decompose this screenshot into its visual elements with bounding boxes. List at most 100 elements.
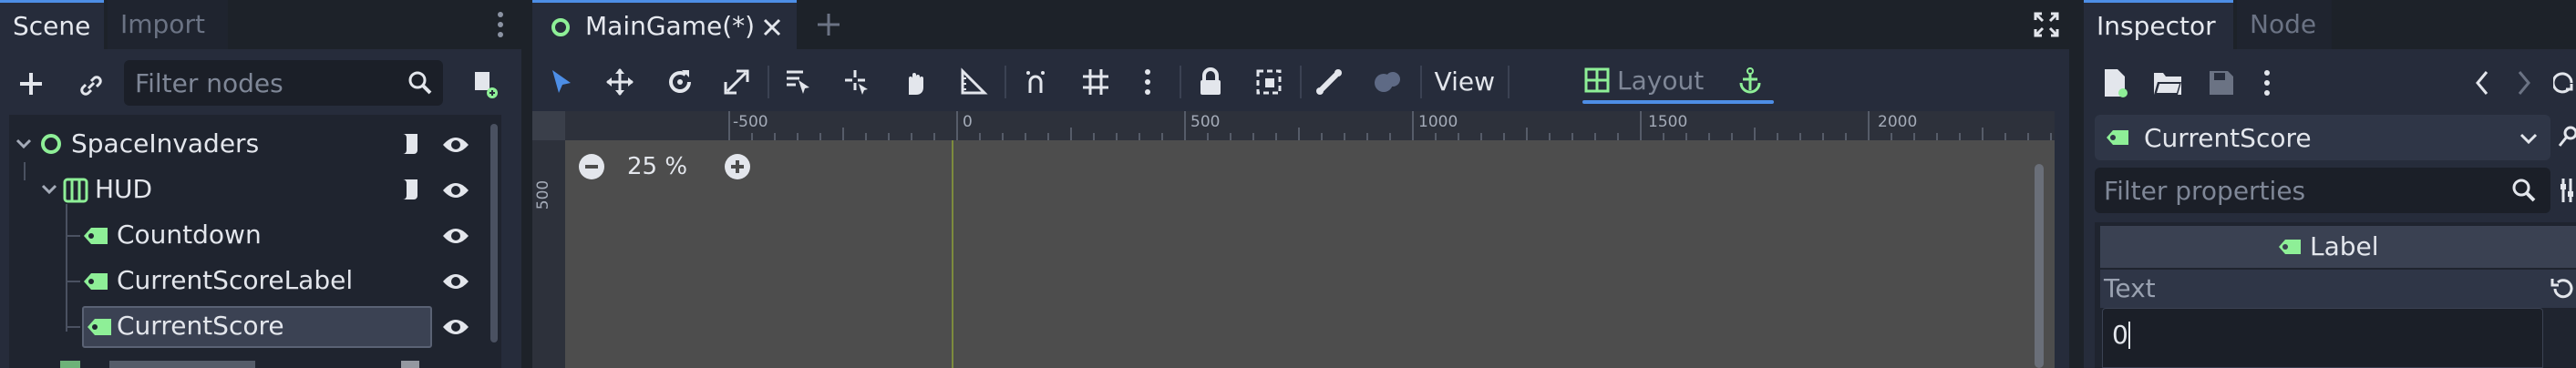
section-header-label[interactable]: Label xyxy=(2100,226,2576,268)
tree-row-hud[interactable]: HUD xyxy=(9,162,483,213)
tree-row-currentscorelabel[interactable]: CurrentScoreLabel xyxy=(9,259,483,304)
label-tag-icon xyxy=(82,224,109,248)
label-tag-icon xyxy=(82,270,109,293)
history-forward-icon[interactable] xyxy=(2510,66,2538,100)
ruler-mode-icon[interactable] xyxy=(955,64,992,100)
section-title: Label xyxy=(2310,231,2379,261)
list-select-icon[interactable] xyxy=(780,64,817,100)
tree-branch-line xyxy=(66,326,80,328)
ruler-label: 0 xyxy=(963,113,973,131)
toolbar-separator xyxy=(1420,66,1422,98)
zoom-in-icon[interactable] xyxy=(722,151,753,182)
tree-label: SpaceInvaders xyxy=(71,128,260,158)
filter-properties-input[interactable]: Filter properties xyxy=(2095,168,2550,213)
chevron-down-icon[interactable] xyxy=(40,180,58,199)
property-row-text: Text xyxy=(2100,270,2576,308)
zoom-level[interactable]: 25 % xyxy=(627,153,687,180)
tool-icon[interactable] xyxy=(2558,122,2576,153)
ruler-label: 1500 xyxy=(1648,113,1688,131)
label-tag-icon xyxy=(2277,237,2303,257)
layout-menu[interactable]: Layout xyxy=(1582,60,1774,104)
horizontal-ruler: -500 0 500 1000 1500 2000 xyxy=(565,111,2055,140)
script-icon[interactable] xyxy=(397,177,425,204)
tree-label: Countdown xyxy=(117,220,262,250)
pan-mode-icon[interactable] xyxy=(897,64,933,100)
move-mode-icon[interactable] xyxy=(602,64,638,100)
tree-row-partial[interactable] xyxy=(55,359,474,368)
ruler-label: -500 xyxy=(733,113,768,131)
visibility-eye-icon[interactable] xyxy=(441,268,470,295)
add-node-icon[interactable] xyxy=(13,66,49,102)
scene-tree-scrollbar[interactable] xyxy=(490,124,498,342)
snap-options-icon[interactable] xyxy=(1134,64,1161,100)
visibility-eye-icon[interactable] xyxy=(441,177,470,204)
close-icon[interactable] xyxy=(760,15,784,39)
tab-node[interactable]: Node xyxy=(2237,0,2332,49)
label-tag-icon xyxy=(2104,127,2131,148)
tree-row-spaceinvaders[interactable]: SpaceInvaders xyxy=(9,122,483,168)
chevron-down-icon xyxy=(2518,129,2540,148)
grid-snap-icon[interactable] xyxy=(1077,64,1114,100)
group-icon[interactable] xyxy=(1251,64,1287,100)
search-icon xyxy=(407,69,434,97)
toolbar-separator xyxy=(1300,66,1302,98)
text-property-editor[interactable]: 0 xyxy=(2102,308,2543,368)
filter-nodes-placeholder: Filter nodes xyxy=(135,68,283,98)
tree-row-currentscore[interactable]: CurrentScore xyxy=(9,304,483,350)
toolbar-separator xyxy=(1005,66,1006,98)
new-tab-icon[interactable] xyxy=(811,7,846,42)
history-icon[interactable] xyxy=(2552,66,2576,100)
ruler-label: 1000 xyxy=(1418,113,1458,131)
tab-scene[interactable]: Scene xyxy=(0,0,104,49)
scale-mode-icon[interactable] xyxy=(718,64,755,100)
select-mode-icon[interactable] xyxy=(543,64,580,100)
toolbar-separator xyxy=(1180,66,1181,98)
more-options-icon[interactable] xyxy=(2253,66,2281,100)
visibility-eye-icon[interactable] xyxy=(441,131,470,158)
view-menu[interactable]: View xyxy=(1435,66,1495,97)
rotate-mode-icon[interactable] xyxy=(662,64,698,100)
node2d-circle-icon xyxy=(549,15,572,39)
tab-maingame[interactable]: MainGame(*) xyxy=(532,0,797,49)
pivot-mode-icon[interactable] xyxy=(839,64,875,100)
tab-import[interactable]: Import xyxy=(108,0,228,49)
canvas-viewport[interactable]: 25 % xyxy=(565,140,2055,368)
bone-icon[interactable] xyxy=(1311,64,1347,100)
open-folder-icon[interactable] xyxy=(2149,66,2186,100)
smart-snap-icon[interactable] xyxy=(1017,64,1054,100)
tree-branch-line xyxy=(66,281,80,282)
viewport-scrollbar[interactable] xyxy=(2035,164,2044,368)
tab-inspector[interactable]: Inspector xyxy=(2084,0,2233,49)
save-icon[interactable] xyxy=(2204,66,2239,100)
ruler-label: 500 xyxy=(534,179,553,210)
ruler-corner xyxy=(532,111,565,140)
ruler-label: 2000 xyxy=(1878,113,1918,131)
chevron-down-icon[interactable] xyxy=(15,135,33,153)
partial-icon xyxy=(60,361,80,368)
partial-text xyxy=(109,361,255,368)
visibility-eye-icon[interactable] xyxy=(441,313,470,341)
search-icon xyxy=(2510,177,2538,204)
link-icon[interactable] xyxy=(73,67,109,104)
history-back-icon[interactable] xyxy=(2468,66,2496,100)
lock-icon[interactable] xyxy=(1192,64,1229,100)
camera-override-icon[interactable] xyxy=(1367,64,1407,100)
partial-icon xyxy=(401,361,419,368)
object-selector[interactable]: CurrentScore xyxy=(2095,115,2550,160)
attach-script-icon[interactable] xyxy=(465,66,501,102)
layout-grid-icon xyxy=(1582,66,1612,95)
distraction-free-icon[interactable] xyxy=(2029,7,2064,42)
ruler-label: 500 xyxy=(1190,113,1221,131)
layout-label: Layout xyxy=(1617,66,1705,96)
new-resource-icon[interactable] xyxy=(2098,66,2131,100)
filter-nodes-input[interactable]: Filter nodes xyxy=(124,60,443,106)
dock-menu-icon[interactable] xyxy=(489,7,512,42)
zoom-out-icon[interactable] xyxy=(576,151,607,182)
property-settings-icon[interactable] xyxy=(2558,175,2576,206)
visibility-eye-icon[interactable] xyxy=(441,222,470,250)
revert-icon[interactable] xyxy=(2549,275,2576,302)
property-name: Text xyxy=(2104,273,2156,303)
script-icon[interactable] xyxy=(397,131,425,158)
tree-row-countdown[interactable]: Countdown xyxy=(9,213,483,259)
toolbar-separator xyxy=(1508,66,1510,98)
